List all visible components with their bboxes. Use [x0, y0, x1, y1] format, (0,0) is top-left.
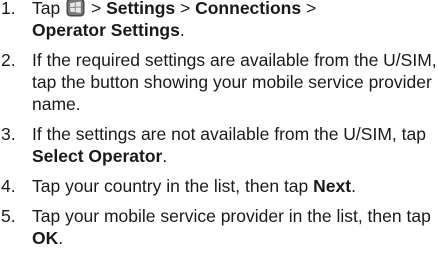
- step-3: 3. If the settings are not available fro…: [0, 123, 438, 167]
- step-number: 3.: [1, 124, 16, 144]
- step-1-sep-2: >: [180, 0, 191, 18]
- step-1-operator-settings: Operator Settings: [32, 20, 180, 40]
- step-number: 1.: [1, 0, 16, 18]
- step-5: 5. Tap your mobile service provider in t…: [0, 205, 438, 249]
- step-5-ok: OK: [32, 228, 59, 248]
- step-4-text: Tap your country in the list, then tap: [32, 176, 309, 196]
- step-3-end: .: [162, 146, 168, 166]
- step-4-next: Next: [313, 176, 352, 196]
- step-4: 4. Tap your country in the list, then ta…: [0, 175, 438, 197]
- step-3-text: If the settings are not available from t…: [32, 124, 426, 144]
- step-2-text: If the required settings are available f…: [32, 50, 437, 114]
- step-1-end: .: [179, 20, 185, 40]
- step-3-select-operator: Select Operator: [32, 146, 163, 166]
- step-1-sep-1: >: [90, 0, 102, 18]
- step-1: 1. Tap > Settings > Connections > Operat…: [0, 0, 438, 41]
- step-1-sep-3: >: [305, 0, 317, 18]
- step-number: 4.: [1, 176, 16, 196]
- step-number: 2.: [1, 50, 16, 70]
- step-1-tap: Tap: [32, 0, 61, 18]
- windows-start-icon: [66, 0, 85, 17]
- step-5-end: .: [58, 228, 64, 248]
- instruction-steps: 1. Tap > Settings > Connections > Operat…: [0, 0, 438, 260]
- step-4-end: .: [351, 176, 356, 196]
- step-1-connections: Connections: [195, 0, 302, 18]
- step-2: 2. If the required settings are availabl…: [0, 49, 438, 115]
- step-number: 5.: [1, 206, 16, 226]
- step-1-settings: Settings: [106, 0, 176, 18]
- step-5-text: Tap your mobile service provider in the …: [32, 206, 431, 226]
